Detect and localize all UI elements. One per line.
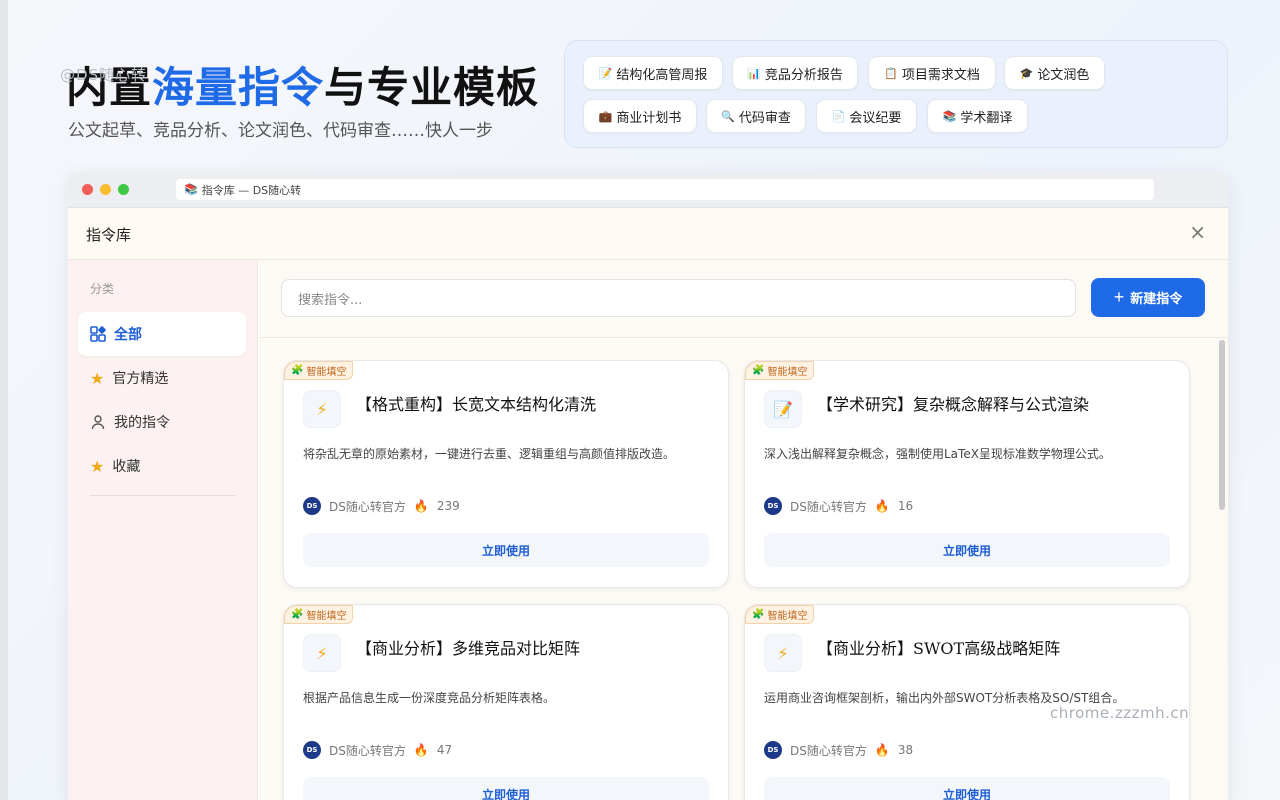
scrollbar-thumb[interactable] <box>1219 340 1225 510</box>
plus-icon: + <box>1113 287 1125 307</box>
tab-title: 指令库 — DS随心转 <box>201 183 302 197</box>
bar-chart-icon: 📊 <box>747 66 761 80</box>
sidebar-item-official[interactable]: ★ 官方精选 <box>78 356 246 400</box>
modal-title: 指令库 <box>86 226 132 244</box>
modal-header: 指令库 × <box>68 208 1228 260</box>
card-title: 【商业分析】SWOT高级战略矩阵 <box>817 639 1061 658</box>
avatar: DS <box>764 497 782 515</box>
sidebar-item-all[interactable]: 全部 <box>78 312 246 356</box>
watermark-top-left: @DS随心转 <box>60 66 148 84</box>
puzzle-icon: 🧩 <box>752 365 765 376</box>
card-meta: DS DS随心转官方 🔥 239 <box>303 497 460 515</box>
hero-subtitle: 公文起草、竞品分析、论文润色、代码审查……快人一步 <box>68 121 493 141</box>
puzzle-icon: 🧩 <box>752 609 765 620</box>
category-label: 分类 <box>90 282 115 296</box>
card-title: 【学术研究】复杂概念解释与公式渲染 <box>817 395 1090 414</box>
fire-icon: 🔥 <box>874 499 890 513</box>
author-name: DS随心转官方 <box>790 743 867 758</box>
card-description: 将杂乱无章的原始素材，一键进行去重、逻辑重组与高颜值排版改造。 <box>303 447 676 461</box>
grid-icon <box>90 326 106 342</box>
graduation-cap-icon: 🎓 <box>1019 66 1034 80</box>
briefcase-icon: 💼 <box>598 109 613 123</box>
chip-academic-translation[interactable]: 📚 学术翻译 <box>927 99 1028 133</box>
use-now-button[interactable]: 立即使用 <box>764 533 1170 567</box>
author-name: DS随心转官方 <box>329 743 406 758</box>
chip-competitor-report[interactable]: 📊 竞品分析报告 <box>732 56 858 90</box>
toolbar: 搜索指令... + 新建指令 <box>259 260 1228 338</box>
avatar: DS <box>303 741 321 759</box>
lightning-icon: ⚡ <box>764 634 802 672</box>
use-now-button[interactable]: 立即使用 <box>303 533 709 567</box>
avatar: DS <box>303 497 321 515</box>
star-icon: ★ <box>90 368 105 388</box>
address-bar[interactable]: 📚 指令库 — DS随心转 <box>176 179 1154 200</box>
card-description: 根据产品信息生成一份深度竞品分析矩阵表格。 <box>303 691 556 705</box>
chip-business-plan[interactable]: 💼 商业计划书 <box>583 99 697 133</box>
window-titlebar: 📚 指令库 — DS随心转 <box>68 172 1228 208</box>
puzzle-icon: 🧩 <box>291 609 304 620</box>
clipboard-icon: 📋 <box>884 66 898 80</box>
new-command-button[interactable]: + 新建指令 <box>1091 278 1205 317</box>
fire-icon: 🔥 <box>874 743 890 757</box>
card-meta: DS DS随心转官方 🔥 47 <box>303 741 452 759</box>
books-icon: 📚 <box>942 109 957 123</box>
chip-weekly-report[interactable]: 📝 结构化高管周报 <box>583 56 723 90</box>
card-title: 【格式重构】长宽文本结构化清洗 <box>356 395 597 414</box>
user-icon <box>91 415 105 430</box>
close-icon[interactable]: × <box>1189 220 1206 244</box>
watermark-bottom-right: chrome.zzzmh.cn <box>1050 704 1190 722</box>
fire-icon: 🔥 <box>413 499 429 513</box>
command-card: 🧩 智能填空 ⚡ 【格式重构】长宽文本结构化清洗 将杂乱无章的原始素材，一键进行去… <box>283 360 729 588</box>
card-description: 深入浅出解释复杂概念，强制使用LaTeX呈现标准数学物理公式。 <box>764 447 1111 461</box>
sidebar-item-favorites[interactable]: ★ 收藏 <box>78 444 246 488</box>
author-name: DS随心转官方 <box>329 499 406 514</box>
use-now-button[interactable]: 立即使用 <box>764 777 1170 800</box>
usage-count: 239 <box>436 499 460 513</box>
author-name: DS随心转官方 <box>790 499 867 514</box>
sidebar-item-label: 全部 <box>114 327 142 343</box>
chip-code-review[interactable]: 🔍 代码审查 <box>706 99 806 133</box>
smart-fill-badge: 🧩 智能填空 <box>745 361 815 380</box>
books-icon: 📚 <box>184 183 198 196</box>
memo-icon: 📝 <box>598 66 613 80</box>
lightning-icon: ⚡ <box>303 634 341 672</box>
smart-fill-badge: 🧩 智能填空 <box>284 605 354 624</box>
usage-count: 38 <box>897 743 914 757</box>
close-dot[interactable] <box>82 184 93 195</box>
command-card: 🧩 智能填空 📝 【学术研究】复杂概念解释与公式渲染 深入浅出解释复杂概念，强制使… <box>744 360 1190 588</box>
smart-fill-badge: 🧩 智能填空 <box>284 361 354 380</box>
chip-meeting-minutes[interactable]: 📄 会议纪要 <box>816 99 917 133</box>
sidebar-item-label: 我的指令 <box>114 415 170 431</box>
card-title: 【商业分析】多维竞品对比矩阵 <box>356 639 581 658</box>
command-card: 🧩 智能填空 ⚡ 【商业分析】SWOT高级战略矩阵 运用商业咨询框架剖析，输出内外… <box>744 604 1190 800</box>
usage-count: 47 <box>436 743 453 757</box>
maximize-dot[interactable] <box>118 184 129 195</box>
command-card: 🧩 智能填空 ⚡ 【商业分析】多维竞品对比矩阵 根据产品信息生成一份深度竞品分析矩… <box>283 604 729 800</box>
minimize-dot[interactable] <box>100 184 111 195</box>
sidebar-item-label: 官方精选 <box>112 371 169 387</box>
card-meta: DS DS随心转官方 🔥 16 <box>764 497 913 515</box>
sidebar-item-mine[interactable]: 我的指令 <box>78 400 246 444</box>
document-icon: 📄 <box>831 109 846 123</box>
magnifier-icon: 🔍 <box>721 109 735 123</box>
category-sidebar: 分类 全部 ★ 官方精选 我的指令 ★ 收藏 <box>68 260 258 800</box>
puzzle-icon: 🧩 <box>291 365 304 376</box>
hero-title-highlight: 海量指令 <box>152 63 325 112</box>
chip-requirements-doc[interactable]: 📋 项目需求文档 <box>868 56 996 90</box>
avatar: DS <box>764 741 782 759</box>
chip-paper-polish[interactable]: 🎓 论文润色 <box>1004 56 1105 90</box>
star-icon: ★ <box>90 456 105 476</box>
use-now-button[interactable]: 立即使用 <box>303 777 709 800</box>
usage-count: 16 <box>897 499 914 513</box>
template-chips-panel: 📝 结构化高管周报 📊 竞品分析报告 📋 项目需求文档 🎓 论文润色 💼 商业计划书 🔍 代… <box>564 40 1228 148</box>
card-meta: DS DS随心转官方 🔥 38 <box>764 741 913 759</box>
sidebar-divider <box>90 495 236 496</box>
smart-fill-badge: 🧩 智能填空 <box>745 605 815 624</box>
lightning-icon: ⚡ <box>303 390 341 428</box>
sidebar-item-label: 收藏 <box>112 459 141 475</box>
memo-icon: 📝 <box>764 390 802 428</box>
fire-icon: 🔥 <box>413 743 429 757</box>
left-edge <box>0 0 8 800</box>
search-input[interactable]: 搜索指令... <box>281 279 1076 317</box>
